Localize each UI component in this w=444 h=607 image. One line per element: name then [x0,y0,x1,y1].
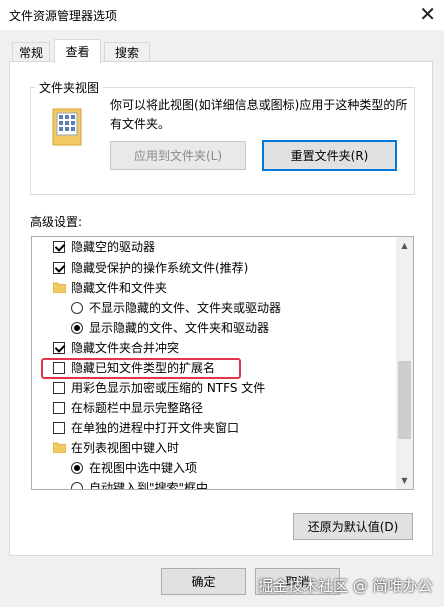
watermark: 掘金技术社区 @ 简唯办公 [258,577,433,595]
setting-label: 在单独的进程中打开文件夹窗口 [71,421,240,435]
setting-label: 用彩色显示加密或压缩的 NTFS 文件 [71,381,266,395]
setting-label: 显示隐藏的文件、文件夹和驱动器 [89,321,270,335]
advanced-settings-label: 高级设置: [30,215,83,229]
radio-button[interactable] [71,482,83,489]
radio-button[interactable] [71,302,83,314]
setting-label: 隐藏空的驱动器 [71,240,156,254]
group-label: 隐藏文件和文件夹 [71,281,168,295]
setting-label: 隐藏文件夹合并冲突 [71,341,180,355]
checkbox[interactable] [53,342,65,354]
reset-folders-button[interactable]: 重置文件夹(R) [262,140,397,171]
restore-defaults-button[interactable]: 还原为默认值(D) [293,513,413,540]
setting-label: 不显示隐藏的文件、文件夹或驱动器 [89,301,282,315]
setting-label: 自动键入到"搜索"框中 [89,481,209,490]
setting-label: 隐藏受保护的操作系统文件(推荐) [71,261,249,275]
radio-button[interactable] [71,322,83,334]
checkbox[interactable] [53,402,65,414]
group-label: 在列表视图中键入时 [71,441,180,455]
radio-button[interactable] [71,462,83,474]
checkbox[interactable] [53,262,65,274]
tab-search[interactable]: 搜索 [104,42,150,62]
folder-icon [53,282,66,293]
folder-icon [53,442,66,453]
folder-view-legend: 文件夹视图 [35,79,104,96]
checkbox[interactable] [53,422,65,434]
folder-view-icon [52,108,82,146]
window-title: 文件资源管理器选项 [9,9,118,23]
folder-view-description: 你可以将此视图(如详细信息或图标)应用于这种类型的所有文件夹。 [110,98,408,131]
setting-label: 在视图中选中键入项 [89,461,198,475]
scroll-down-arrow-icon[interactable]: ▼ [396,472,413,489]
apply-to-folders-button[interactable]: 应用到文件夹(L) [110,141,246,170]
scrollbar-thumb[interactable] [398,361,411,439]
title-bar: 文件资源管理器选项 ✕ [0,0,444,30]
scrollbar[interactable]: ▲ ▼ [396,237,413,489]
checkbox[interactable] [53,382,65,394]
close-icon[interactable]: ✕ [419,2,436,26]
annotation-highlight-box [41,358,241,379]
ok-button[interactable]: 确定 [161,568,246,595]
scroll-up-arrow-icon[interactable]: ▲ [396,237,413,254]
checkbox[interactable] [53,241,65,253]
setting-label: 在标题栏中显示完整路径 [71,401,204,415]
tab-view[interactable]: 查看 [54,39,101,63]
tab-general[interactable]: 常规 [12,42,50,62]
